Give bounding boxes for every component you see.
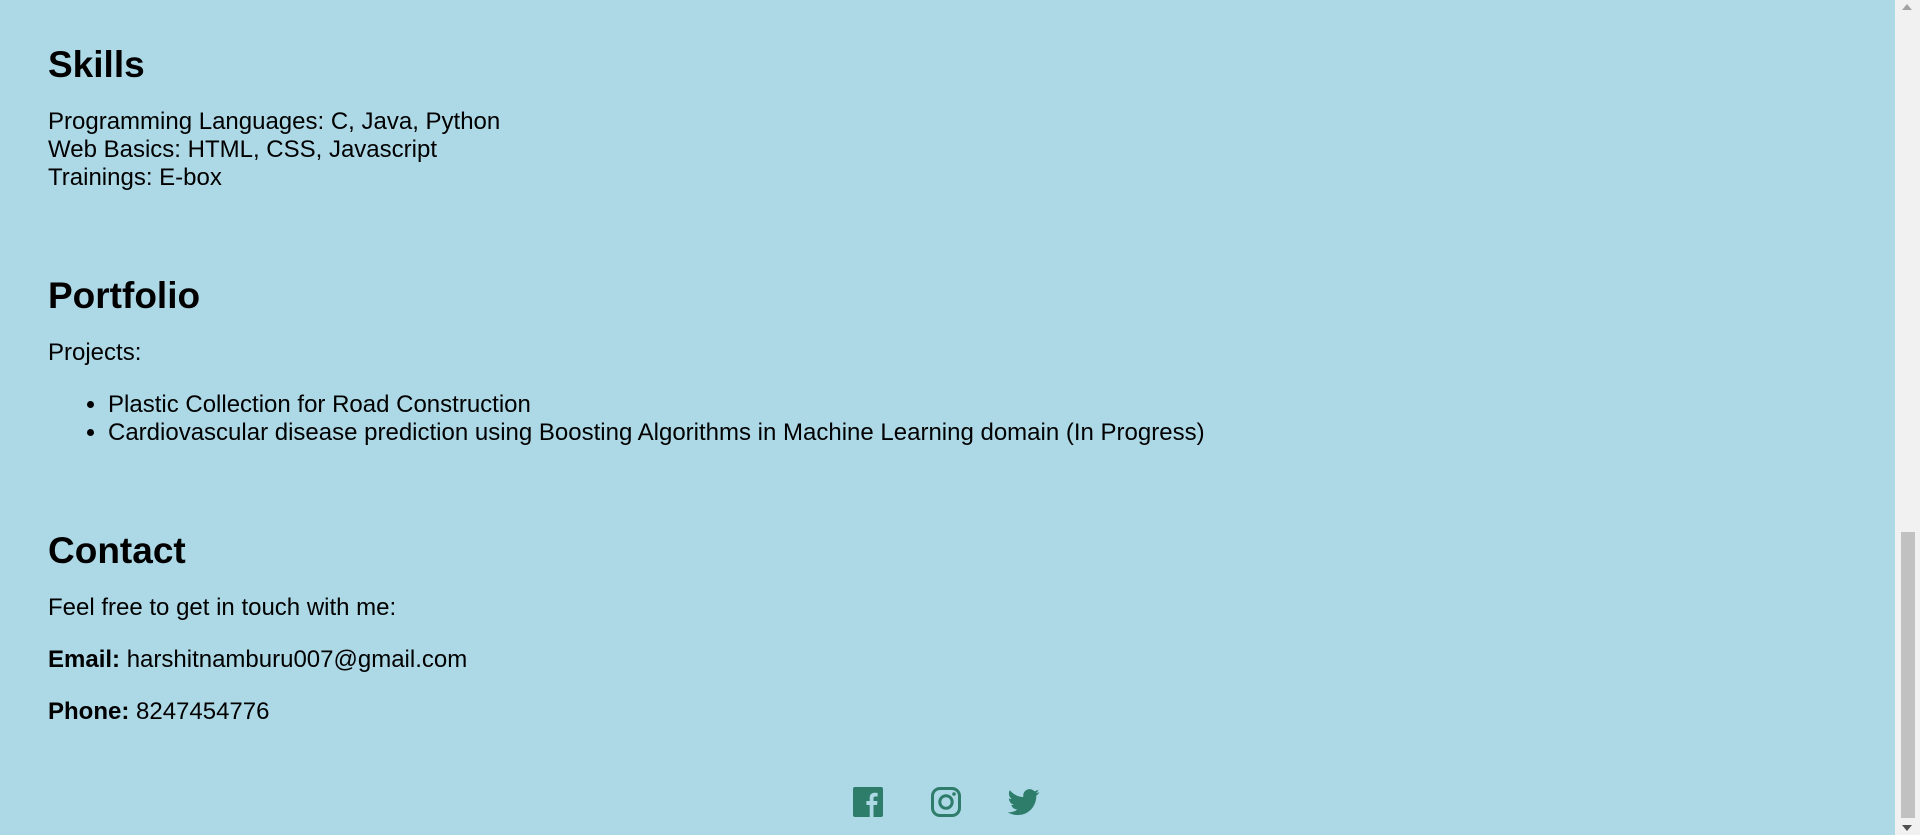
phone-label: Phone: [48,698,130,725]
scrollbar-thumb[interactable] [1901,532,1915,818]
contact-intro: Feel free to get in touch with me: [48,594,397,621]
scroll-down-arrow-icon[interactable] [1902,825,1912,831]
page: Skills Programming Languages: C, Java, P… [0,0,1895,835]
contact-section: Contact Feel free to get in touch with m… [48,530,467,726]
skills-heading: Skills [48,44,145,85]
projects-list: Plastic Collection for Road Construction… [48,391,1205,447]
skills-list: Programming Languages: C, Java, Python W… [48,108,500,192]
phone-value: 8247454776 [136,698,270,725]
facebook-icon [853,787,883,817]
email-value: harshitnamburu007@gmail.com [126,646,468,673]
portfolio-heading: Portfolio [48,275,201,316]
skills-line: Web Basics: HTML, CSS, Javascript [48,136,437,163]
scroll-up-arrow-icon[interactable] [1902,4,1912,10]
skills-line: Programming Languages: C, Java, Python [48,108,501,135]
twitter-icon [1008,789,1040,816]
contact-email: Email: harshitnamburu007@gmail.com [48,646,467,674]
skills-line: Trainings: E-box [48,164,222,191]
list-item: Cardiovascular disease prediction using … [108,419,1205,447]
list-item: Plastic Collection for Road Construction [108,391,1205,419]
contact-phone: Phone: 8247454776 [48,698,467,726]
vertical-scrollbar[interactable] [1895,0,1920,835]
twitter-link[interactable] [1008,786,1040,818]
skills-section: Skills Programming Languages: C, Java, P… [48,44,500,192]
facebook-link[interactable] [852,786,884,818]
instagram-icon [931,787,961,817]
projects-label: Projects: [48,339,142,366]
social-links [852,786,1040,818]
contact-heading: Contact [48,530,186,571]
instagram-link[interactable] [930,786,962,818]
portfolio-section: Portfolio Projects: Plastic Collection f… [48,275,1205,447]
email-label: Email: [48,646,121,673]
